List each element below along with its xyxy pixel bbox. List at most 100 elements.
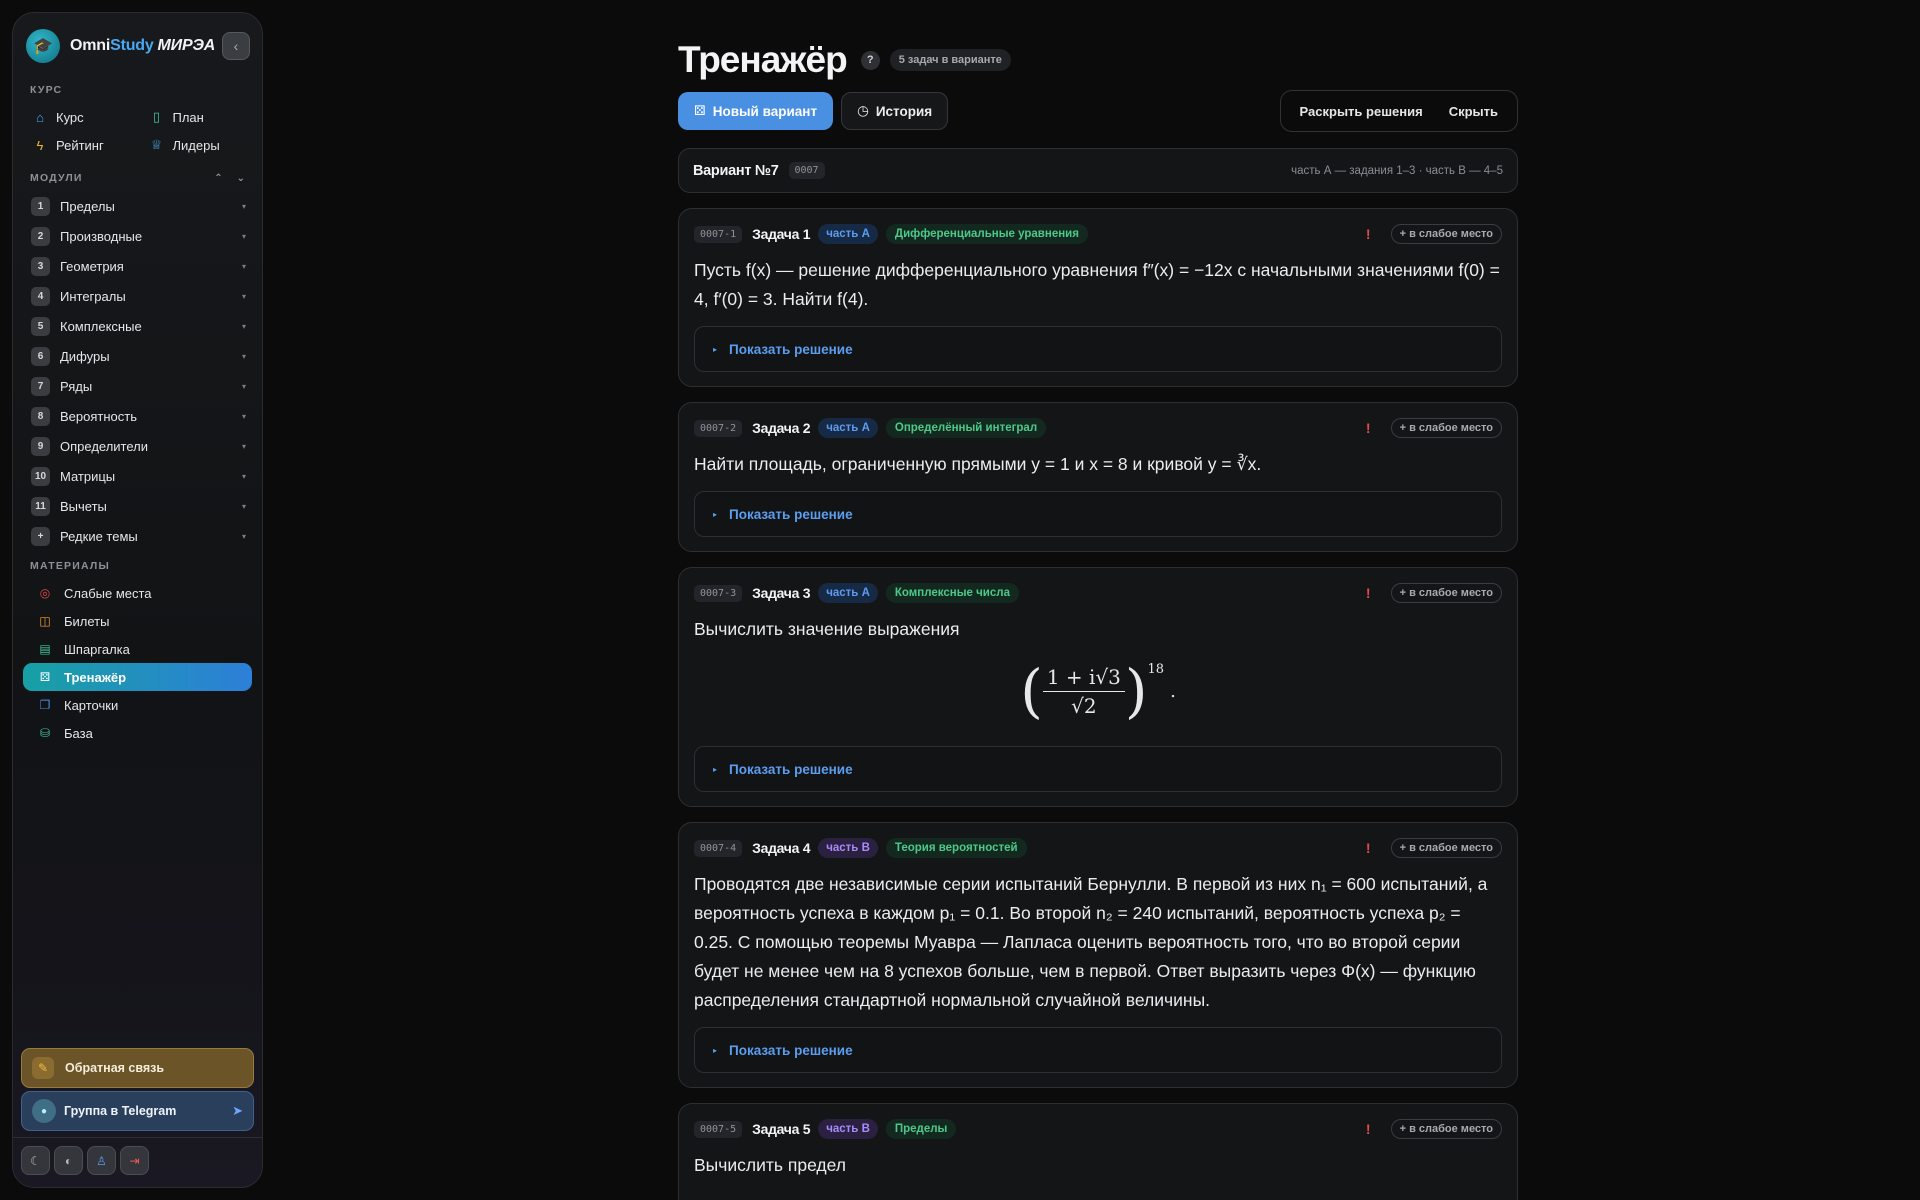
moon-icon[interactable]: ☾ bbox=[21, 1146, 50, 1175]
task-name: Задача 4 bbox=[752, 840, 811, 856]
module-item[interactable]: 6 Дифуры ▾ bbox=[23, 341, 252, 371]
section-title-materials: МАТЕРИАЛЫ bbox=[30, 560, 110, 572]
feedback-button[interactable]: ✎ Обратная связь bbox=[21, 1048, 254, 1088]
module-item[interactable]: 10 Матрицы ▾ bbox=[23, 461, 252, 491]
module-number: 6 bbox=[31, 346, 50, 366]
module-item[interactable]: 8 Вероятность ▾ bbox=[23, 401, 252, 431]
telegram-group-button[interactable]: ● Группа в Telegram ➤ bbox=[21, 1091, 254, 1131]
contrast-icon[interactable]: ◐ bbox=[54, 1146, 83, 1175]
right-paren: ) bbox=[1124, 657, 1148, 725]
add-weak-spot-button[interactable]: + в слабое место bbox=[1390, 418, 1502, 438]
module-label: Матрицы bbox=[60, 468, 116, 484]
module-number: 4 bbox=[31, 286, 50, 306]
module-label: Определители bbox=[60, 438, 149, 454]
module-item[interactable]: 5 Комплексные ▾ bbox=[23, 311, 252, 341]
new-variant-button[interactable]: ⚄ Новый вариант bbox=[678, 92, 834, 130]
nav-item-plan[interactable]: ▯ План bbox=[138, 103, 255, 131]
report-flag-icon[interactable]: ! bbox=[1366, 1121, 1371, 1137]
module-item[interactable]: 7 Ряды ▾ bbox=[23, 371, 252, 401]
module-item[interactable]: 9 Определители ▾ bbox=[23, 431, 252, 461]
task-header: 0007-2 Задача 2 часть А Определённый инт… bbox=[694, 417, 1502, 439]
nav-item-trainer[interactable]: ⚄ Тренажёр bbox=[23, 663, 252, 691]
logout-icon[interactable]: ⇥ bbox=[120, 1146, 149, 1175]
modules-title: МОДУЛИ bbox=[30, 172, 83, 184]
report-flag-icon[interactable]: ! bbox=[1366, 420, 1371, 436]
nav-item-label: Рейтинг bbox=[56, 137, 104, 153]
module-item[interactable]: + Редкие темы ▾ bbox=[23, 521, 252, 551]
history-button[interactable]: ◷ История bbox=[841, 92, 949, 130]
task-card: 0007-2 Задача 2 часть А Определённый инт… bbox=[678, 402, 1518, 552]
collapse-sidebar-button[interactable]: ‹ bbox=[222, 32, 250, 60]
chevron-down-icon: ▾ bbox=[241, 351, 246, 361]
show-solution-button[interactable]: ▸ Показать решение bbox=[694, 746, 1502, 792]
user-icon[interactable]: ♙ bbox=[87, 1146, 116, 1175]
collapse-all-icon[interactable]: ⌃ bbox=[214, 173, 222, 184]
nav-item-course[interactable]: ⌂ Курс bbox=[21, 103, 138, 131]
main-content: Тренажёр ? 5 задач в варианте ⚄ Новый ва… bbox=[678, 0, 1518, 1200]
nav-item-label: Тренажёр bbox=[64, 669, 127, 685]
show-solution-button[interactable]: ▸ Показать решение bbox=[694, 326, 1502, 372]
module-label: Вычеты bbox=[60, 498, 107, 514]
sidebar: 🎓 OmniStudy МИРЭА ‹ КУРС ⌂ Курс ▯ План ϟ … bbox=[12, 12, 263, 1188]
module-label: Пределы bbox=[60, 198, 115, 214]
add-weak-spot-button[interactable]: + в слабое место bbox=[1390, 224, 1502, 244]
new-variant-label: Новый вариант bbox=[712, 103, 818, 119]
help-icon[interactable]: ? bbox=[860, 50, 880, 70]
task-text: Вычислить предел bbox=[694, 1155, 847, 1175]
sidebar-bottom: ✎ Обратная связь ● Группа в Telegram ➤ ☾… bbox=[13, 1048, 262, 1187]
report-flag-icon[interactable]: ! bbox=[1366, 585, 1371, 601]
show-solution-button[interactable]: ▸ Показать решение bbox=[694, 1027, 1502, 1073]
dice-icon: ⚄ bbox=[694, 103, 706, 118]
part-badge: часть В bbox=[818, 838, 878, 858]
reveal-solutions-button[interactable]: Раскрыть решения bbox=[1287, 104, 1436, 119]
topic-badge: Дифференциальные уравнения bbox=[885, 224, 1088, 244]
nav-item-cards[interactable]: ❐ Карточки bbox=[23, 691, 252, 719]
nav-item-cheatsheet[interactable]: ▤ Шпаргалка bbox=[23, 635, 252, 663]
topic-badge: Пределы bbox=[885, 1119, 957, 1139]
topic-badge: Определённый интеграл bbox=[885, 418, 1047, 438]
page-title: Тренажёр bbox=[678, 39, 848, 80]
module-item[interactable]: 2 Производные ▾ bbox=[23, 221, 252, 251]
section-title-course: КУРС bbox=[30, 84, 63, 96]
bolt-icon: ϟ bbox=[36, 137, 44, 153]
chevron-down-icon: ▾ bbox=[241, 471, 246, 481]
task-name: Задача 3 bbox=[752, 585, 811, 601]
module-number: 1 bbox=[31, 196, 50, 216]
expand-all-icon[interactable]: ⌄ bbox=[237, 173, 245, 184]
module-item[interactable]: 1 Пределы ▾ bbox=[23, 191, 252, 221]
module-item[interactable]: 11 Вычеты ▾ bbox=[23, 491, 252, 521]
nav-item-label: Карточки bbox=[64, 697, 119, 713]
add-weak-spot-button[interactable]: + в слабое место bbox=[1390, 838, 1502, 858]
module-number: 3 bbox=[31, 256, 50, 276]
add-weak-spot-button[interactable]: + в слабое место bbox=[1390, 1119, 1502, 1139]
show-solution-button[interactable]: ▸ Показать решение bbox=[694, 491, 1502, 537]
section-title-modules: МОДУЛИ ⌃ ⌄ bbox=[13, 169, 262, 187]
display-formula: ( 1 + i√3 √2 ) 18 . bbox=[694, 648, 1502, 734]
add-weak-spot-button[interactable]: + в слабое место bbox=[1390, 583, 1502, 603]
hide-solutions-button[interactable]: Скрыть bbox=[1436, 104, 1511, 119]
module-number: 8 bbox=[31, 406, 50, 426]
left-paren: ( bbox=[1020, 657, 1043, 725]
module-label: Дифуры bbox=[60, 348, 110, 364]
module-item[interactable]: 4 Интегралы ▾ bbox=[23, 281, 252, 311]
nav-item-tickets[interactable]: ◫ Билеты bbox=[23, 607, 252, 635]
module-item[interactable]: 3 Геометрия ▾ bbox=[23, 251, 252, 281]
caret-right-icon: ▸ bbox=[713, 1045, 718, 1055]
task-header: 0007-3 Задача 3 часть А Комплексные числ… bbox=[694, 582, 1502, 604]
report-flag-icon[interactable]: ! bbox=[1366, 840, 1371, 856]
part-badge: часть В bbox=[818, 1119, 878, 1139]
nav-item-database[interactable]: ⛁ База bbox=[23, 719, 252, 747]
nav-item-leaders[interactable]: ♕ Лидеры bbox=[138, 131, 255, 159]
module-number: 10 bbox=[31, 466, 50, 486]
task-name: Задача 1 bbox=[752, 226, 811, 242]
nav-item-weak-spots[interactable]: ◎ Слабые места bbox=[23, 579, 252, 607]
telegram-label: Группа в Telegram bbox=[64, 1104, 177, 1118]
brand-mirea: МИРЭА bbox=[157, 37, 216, 54]
module-number: 9 bbox=[31, 436, 50, 456]
task-name: Задача 2 bbox=[752, 420, 811, 436]
nav-item-rating[interactable]: ϟ Рейтинг bbox=[21, 131, 138, 159]
caret-right-icon: ▸ bbox=[713, 764, 718, 774]
report-flag-icon[interactable]: ! bbox=[1366, 226, 1371, 242]
caret-right-icon: ▸ bbox=[713, 344, 718, 354]
target-icon: ◎ bbox=[39, 586, 51, 600]
